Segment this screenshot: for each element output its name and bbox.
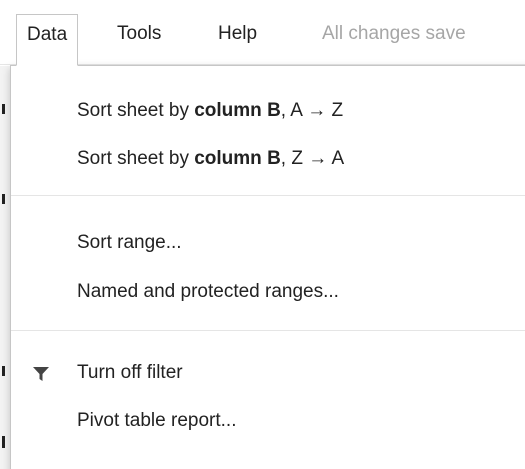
menu-data[interactable]: Data (16, 14, 79, 66)
grid-mark (2, 104, 5, 114)
filter-icon (33, 367, 49, 381)
sort-a-z-label: Sort sheet by column B, A → Z (77, 100, 344, 121)
menu-separator (11, 195, 525, 196)
menu-separator (11, 330, 525, 331)
sort-range[interactable]: Sort range... (11, 223, 525, 263)
spreadsheet-app: Data Tools Help All changes save Sort sh… (0, 0, 525, 469)
grid-mark (2, 366, 5, 376)
named-ranges-label: Named and protected ranges... (77, 281, 339, 302)
sort-sheet-a-z[interactable]: Sort sheet by column B, A → Z (11, 91, 525, 131)
grid-mark (2, 436, 5, 448)
pivot-table-label: Pivot table report... (77, 410, 237, 431)
turn-off-filter[interactable]: Turn off filter (11, 353, 525, 393)
sort-z-a-label: Sort sheet by column B, Z → A (77, 148, 345, 169)
pivot-table-report[interactable]: Pivot table report... (11, 401, 525, 441)
turn-off-filter-label: Turn off filter (77, 362, 183, 383)
sort-range-label: Sort range... (77, 232, 182, 253)
data-menu-dropdown: Sort sheet by column B, A → Z Sort sheet… (10, 65, 525, 469)
named-protected-ranges[interactable]: Named and protected ranges... (11, 272, 525, 312)
grid-mark (2, 194, 5, 204)
menu-tools[interactable]: Tools (107, 14, 171, 54)
menubar: Data Tools Help All changes save (0, 0, 525, 66)
sort-sheet-z-a[interactable]: Sort sheet by column B, Z → A (11, 139, 525, 179)
save-status[interactable]: All changes save (322, 14, 466, 54)
menu-help[interactable]: Help (208, 14, 267, 54)
